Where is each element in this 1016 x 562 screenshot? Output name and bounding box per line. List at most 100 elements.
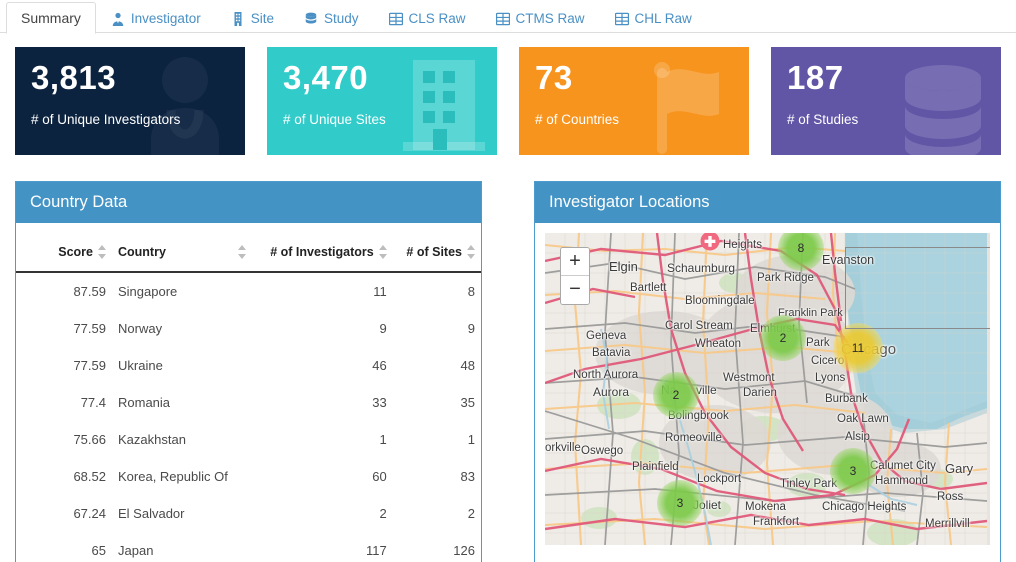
table-grid-icon xyxy=(495,12,510,26)
map-zoom-control: + − xyxy=(560,247,590,305)
tab-investigator[interactable]: Investigator xyxy=(96,2,216,34)
map-label: Geneva xyxy=(586,330,627,342)
column-header-sites[interactable]: # of Sites xyxy=(392,223,481,273)
column-header-investigators[interactable]: # of Investigators xyxy=(252,223,393,273)
cell-sites: 8 xyxy=(467,284,475,299)
map-label: Mokena xyxy=(745,501,786,513)
stat-card-of-unique-investigators[interactable]: 3,813 # of Unique Investigators xyxy=(15,47,245,155)
cell-country: Ukraine xyxy=(118,358,163,373)
cell-investigators: 2 xyxy=(379,506,387,521)
table-row[interactable]: 67.24 El Salvador 2 2 xyxy=(16,495,481,532)
tab-ctms-raw[interactable]: CTMS Raw xyxy=(481,2,600,34)
country-data-title: Country Data xyxy=(16,182,481,223)
map-label: Oak Lawn xyxy=(837,413,889,425)
map-cluster-marker[interactable]: 2 xyxy=(760,315,806,361)
map-label: Park Ridge xyxy=(757,272,814,284)
cell-sites: 35 xyxy=(460,395,475,410)
map-cluster-marker[interactable]: 3 xyxy=(830,448,876,494)
cell-country: Norway xyxy=(118,321,163,336)
panel-row: Country Data Score Country # of Investig… xyxy=(0,155,1016,562)
sort-icon[interactable] xyxy=(98,245,106,259)
map-cluster-marker[interactable]: 2 xyxy=(653,372,699,418)
table-row[interactable]: 87.59 Singapore 11 8 xyxy=(16,272,481,310)
cell-investigators: 9 xyxy=(379,321,387,336)
country-data-thead: Score Country # of Investigators # of Si… xyxy=(16,223,481,273)
stat-card-of-studies[interactable]: 187 # of Studies xyxy=(771,47,1001,155)
sort-icon[interactable] xyxy=(467,245,475,259)
tab-summary[interactable]: Summary xyxy=(6,2,96,34)
country-data-panel: Country Data Score Country # of Investig… xyxy=(15,181,482,562)
column-header-country[interactable]: Country xyxy=(112,223,252,273)
map-label: Oswego xyxy=(581,445,624,457)
cell-score: 67.24 xyxy=(73,506,106,521)
tab-cls-raw[interactable]: CLS Raw xyxy=(374,2,481,34)
map-label: Gary xyxy=(945,461,974,476)
cell-sites: 48 xyxy=(460,358,475,373)
table-grid-icon xyxy=(614,12,629,26)
stat-card-label: # of Studies xyxy=(787,112,859,127)
stat-card-value: 3,813 xyxy=(31,59,117,96)
sort-icon[interactable] xyxy=(378,245,387,259)
investigator-locations-title: Investigator Locations xyxy=(535,182,1000,223)
cell-sites: 1 xyxy=(467,432,475,447)
table-row[interactable]: 68.52 Korea, Republic Of 60 83 xyxy=(16,458,481,495)
cell-sites: 9 xyxy=(467,321,475,336)
cell-country: Japan xyxy=(118,543,154,558)
cell-investigators: 46 xyxy=(372,358,387,373)
map-label: Alsip xyxy=(845,431,870,443)
zoom-in-button[interactable]: + xyxy=(561,248,589,276)
investigator-map[interactable]: Heights Evanston Elgin Schaumburg Park Ridge… xyxy=(545,233,990,545)
stat-card-row: 3,813 # of Unique Investigators 3,470 # of … xyxy=(0,33,1016,155)
table-row[interactable]: 65 Japan 117 126 xyxy=(16,532,481,562)
map-label: ville xyxy=(696,383,717,397)
map-label: Bloomingdale xyxy=(685,295,755,307)
map-label: Frankfort xyxy=(753,516,800,528)
table-header-row: Score Country # of Investigators # of Si… xyxy=(16,223,481,273)
stat-card-of-unique-sites[interactable]: 3,470 # of Unique Sites xyxy=(267,47,497,155)
tab-bar: Summary Investigator Site Study CLS Raw CTMS … xyxy=(0,0,1016,34)
cell-country: Korea, Republic Of xyxy=(118,469,228,484)
table-row[interactable]: 75.66 Kazakhstan 1 1 xyxy=(16,421,481,458)
cell-investigators: 1 xyxy=(379,432,387,447)
tab-site[interactable]: Site xyxy=(216,2,289,34)
map-label: Ross xyxy=(937,491,964,503)
map-cluster-marker[interactable]: 3 xyxy=(657,480,703,526)
stat-card-label: # of Countries xyxy=(535,112,620,127)
user-tie-icon xyxy=(111,12,125,26)
map-label: Carol Stream xyxy=(665,320,733,332)
stat-card-value: 73 xyxy=(535,59,573,96)
map-label: Hammond xyxy=(875,475,929,487)
map-cluster-marker[interactable]: 11 xyxy=(833,323,883,373)
map-panel-body: Heights Evanston Elgin Schaumburg Park Ridge… xyxy=(535,233,1000,545)
map-label: Burbank xyxy=(825,393,868,405)
tab-label: CTMS Raw xyxy=(515,11,585,26)
stat-card-of-countries[interactable]: 73 # of Countries xyxy=(519,47,749,155)
tab-label: CLS Raw xyxy=(408,11,466,26)
cell-investigators: 117 xyxy=(366,543,387,558)
table-row[interactable]: 77.59 Norway 9 9 xyxy=(16,310,481,347)
column-label-score: Score xyxy=(58,245,93,259)
sort-icon[interactable] xyxy=(238,245,246,259)
cell-country: Singapore xyxy=(118,284,178,299)
table-row[interactable]: 77.4 Romania 33 35 xyxy=(16,384,481,421)
tab-label: Summary xyxy=(21,10,81,26)
tab-label: Site xyxy=(250,11,274,26)
cell-sites: 2 xyxy=(467,506,475,521)
map-label: Heights xyxy=(723,239,762,251)
zoom-out-button[interactable]: − xyxy=(561,276,589,304)
table-row[interactable]: 77.59 Ukraine 46 48 xyxy=(16,347,481,384)
map-label: North Aurora xyxy=(573,369,639,381)
stat-card-label: # of Unique Sites xyxy=(283,112,386,127)
map-viewport-rectangle xyxy=(845,247,990,329)
country-data-tbody: 87.59 Singapore 11 8 77.59 Norway 9 9 77.59 Ukrai… xyxy=(16,272,481,562)
country-data-body: Score Country # of Investigators # of Si… xyxy=(16,223,481,562)
map-label: Lyons xyxy=(815,372,846,384)
cell-investigators: 60 xyxy=(372,469,387,484)
tab-label: Investigator xyxy=(130,11,201,26)
tab-chl-raw[interactable]: CHL Raw xyxy=(600,2,707,34)
map-label: Darien xyxy=(743,387,777,399)
tab-label: Study xyxy=(323,11,359,26)
column-header-score[interactable]: Score xyxy=(16,223,112,273)
tab-study[interactable]: Study xyxy=(289,2,374,34)
map-label: Bartlett xyxy=(630,282,667,294)
